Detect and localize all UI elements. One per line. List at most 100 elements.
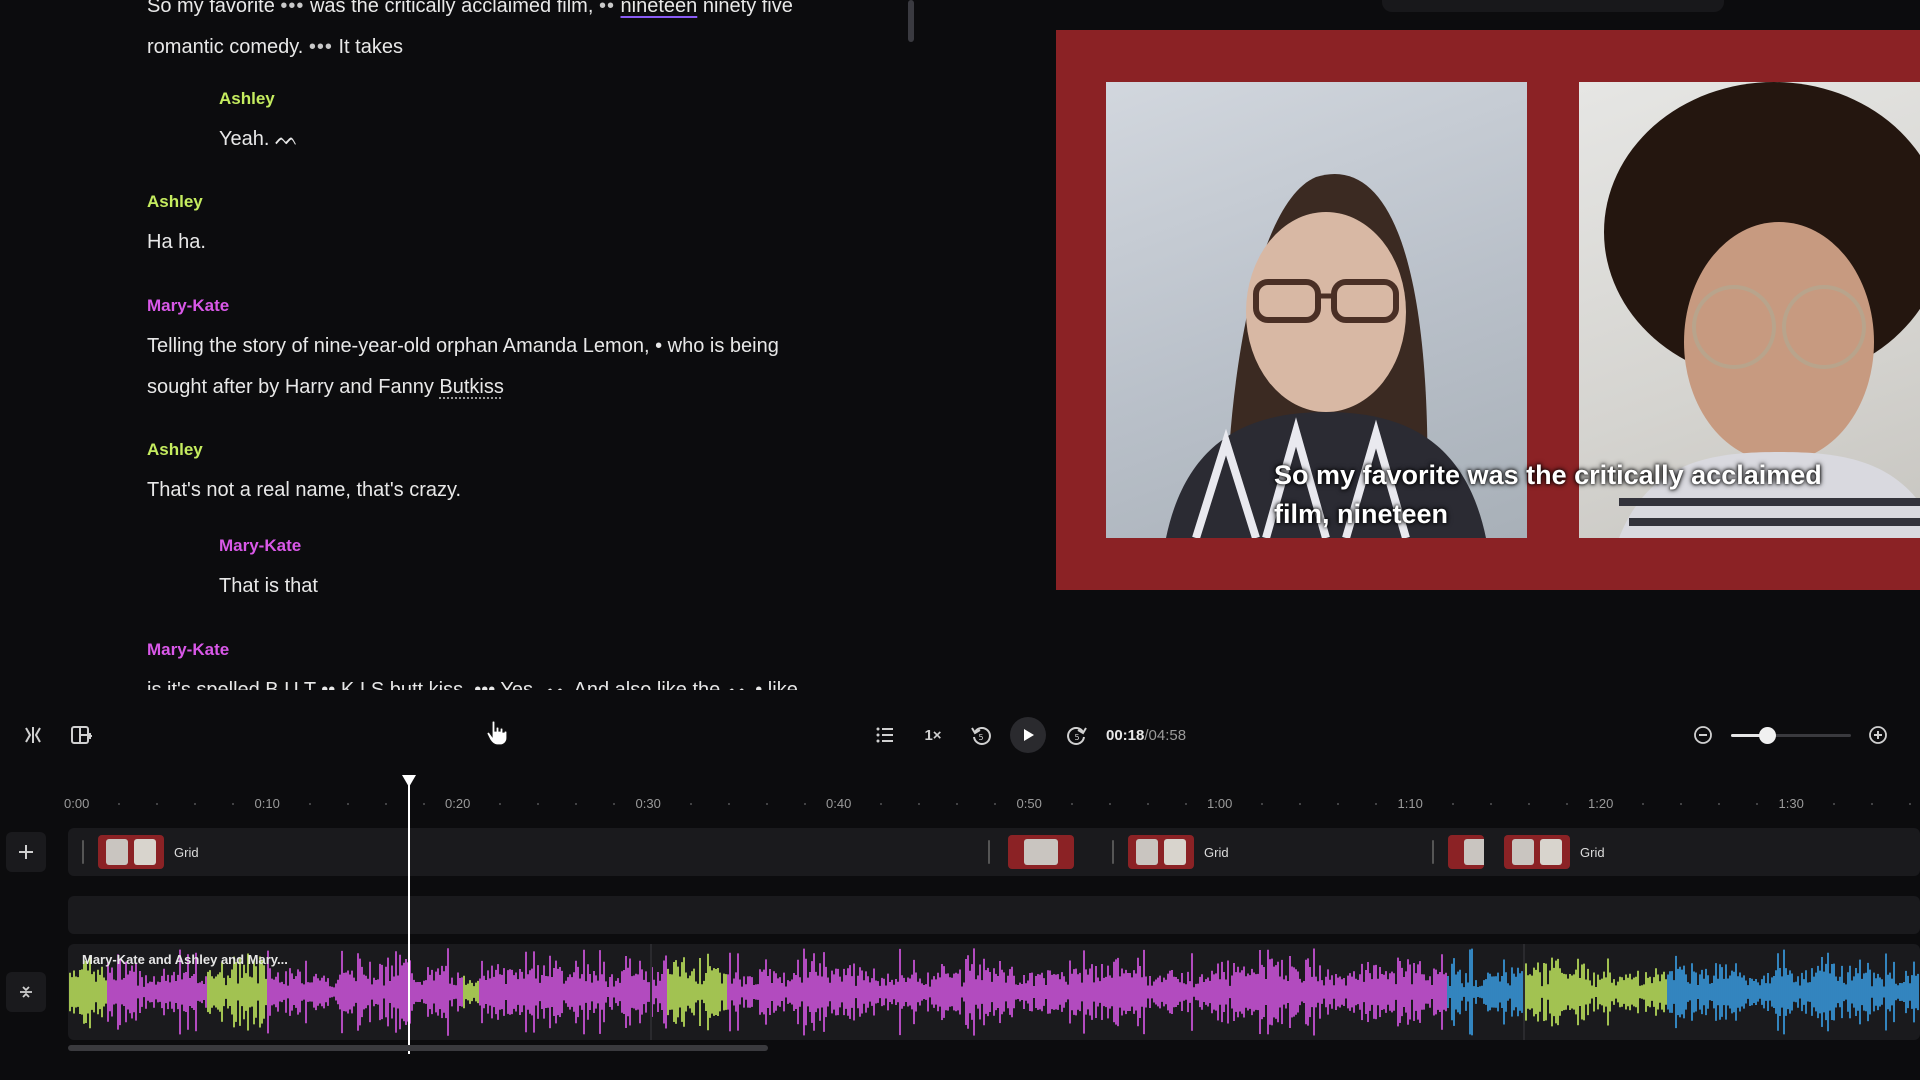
plus-icon (19, 845, 33, 859)
tick-mark (1527, 803, 1530, 805)
zoom-out-icon[interactable] (1691, 722, 1715, 748)
timeline-ruler[interactable]: 0:00 0:10 0:20 0:30 0:40 0:50 1:00 1:10 1:20 1:30 (0, 790, 1920, 820)
tick-mark (1184, 803, 1187, 805)
tick-label: 0:30 (635, 796, 661, 811)
current-time: 00:18 (1106, 727, 1145, 744)
clip-divider[interactable] (1432, 840, 1434, 864)
transcript-scrollbar[interactable] (908, 0, 914, 42)
zoom-slider-handle[interactable] (1759, 727, 1776, 744)
tick-mark (1718, 803, 1721, 805)
track-options-button[interactable] (6, 972, 46, 1012)
layout-icon[interactable] (68, 722, 94, 748)
tick-mark (1337, 803, 1340, 805)
tick-label: 0:50 (1016, 796, 1042, 811)
tick-mark (232, 803, 235, 805)
utterance-text[interactable]: Yeah. ᨓ (219, 119, 939, 160)
segment-divider (650, 944, 652, 1040)
tick-mark (765, 803, 768, 805)
transcript-panel[interactable]: So my favorite ••• was the critically ac… (0, 0, 1020, 690)
layout-clip[interactable] (1008, 832, 1084, 872)
tick-mark (118, 803, 121, 805)
clip-label: Grid (1204, 844, 1229, 860)
zoom-slider[interactable] (1731, 727, 1851, 744)
time-display: 00:18/04:58 (1106, 727, 1186, 744)
transcript-block[interactable]: Ashley Yeah. ᨓ (219, 88, 939, 160)
playback-toolbar: 1× 5 5 00:18/04:58 (0, 710, 1920, 760)
utterance-text[interactable]: Telling the story of nine-year-old orpha… (147, 326, 867, 408)
tick-mark (156, 803, 159, 805)
flagged-word[interactable]: Butkiss (439, 376, 503, 398)
transcript-block[interactable]: Ashley That's not a real name, that's cr… (147, 439, 867, 511)
clip-label: Grid (174, 844, 199, 860)
tick-mark (1832, 803, 1835, 805)
tick-mark (422, 803, 425, 805)
transcript-block[interactable]: Mary-Kate is it's spelled B U T •• K I S… (147, 639, 867, 690)
tick-label: 1:00 (1207, 796, 1233, 811)
utterance-text[interactable]: So my favorite ••• was the critically ac… (147, 0, 867, 68)
split-icon[interactable] (20, 722, 46, 748)
tick-mark (1261, 803, 1264, 805)
playhead-handle-icon[interactable] (401, 774, 417, 788)
tick-label: 0:40 (826, 796, 852, 811)
play-button[interactable] (1010, 717, 1046, 753)
speaker-name[interactable]: Mary-Kate (147, 295, 867, 317)
tick-mark (1756, 803, 1759, 805)
speaker-name[interactable]: Ashley (219, 88, 939, 110)
tick-mark (1565, 803, 1568, 805)
tick-mark (308, 803, 311, 805)
zoom-in-icon[interactable] (1866, 722, 1890, 748)
layout-clip[interactable]: Grid (1128, 832, 1229, 872)
empty-track[interactable] (68, 896, 1920, 934)
tick-mark (1070, 803, 1073, 805)
preview-tab-bar[interactable] (1382, 0, 1724, 12)
audio-track[interactable]: Mary-Kate and Ashley and Mary... (68, 944, 1920, 1040)
speed-button[interactable]: 1× (919, 722, 947, 748)
tick-mark (194, 803, 197, 805)
layout-clip[interactable] (1448, 832, 1494, 872)
transcript-block[interactable]: Mary-Kate Telling the story of nine-year… (147, 295, 867, 408)
tick-mark (994, 803, 997, 805)
tick-label: 0:10 (254, 796, 280, 811)
tick-mark (1642, 803, 1645, 805)
clip-thumbnail (1504, 835, 1570, 869)
layout-clip[interactable]: Grid (98, 832, 199, 872)
transcript-block[interactable]: So my favorite ••• was the critically ac… (147, 0, 867, 68)
tick-mark (1680, 803, 1683, 805)
transcript-block[interactable]: Mary-Kate That is that (219, 535, 939, 607)
utterance-text[interactable]: That's not a real name, that's crazy. (147, 470, 867, 511)
highlighted-word[interactable]: nineteen (621, 0, 698, 17)
playhead[interactable] (408, 782, 410, 1054)
video-caption: So my favorite was the critically acclai… (1274, 460, 1822, 529)
utterance-text[interactable]: That is that (219, 566, 939, 607)
list-icon[interactable] (872, 722, 898, 748)
speaker-name[interactable]: Mary-Kate (219, 535, 939, 557)
clip-divider[interactable] (988, 840, 990, 864)
speaker-name[interactable]: Mary-Kate (147, 639, 867, 661)
tick-mark (537, 803, 540, 805)
tick-mark (1146, 803, 1149, 805)
layout-track[interactable]: Grid Grid Grid (68, 828, 1920, 876)
transcript-block[interactable]: Ashley Ha ha. (147, 191, 867, 263)
clip-divider[interactable] (82, 840, 84, 864)
tick-label: 0:00 (64, 796, 90, 811)
layout-clip[interactable]: Grid (1504, 832, 1605, 872)
rewind-5-icon[interactable]: 5 (968, 722, 994, 748)
tick-mark (956, 803, 959, 805)
timeline-scrollbar[interactable] (68, 1045, 768, 1051)
tick-mark (1908, 803, 1911, 805)
tick-mark (918, 803, 921, 805)
tick-mark (613, 803, 616, 805)
utterance-text[interactable]: is it's spelled B U T •• K I S butt kiss… (147, 670, 867, 690)
clip-thumbnail (1128, 835, 1194, 869)
add-track-button[interactable] (6, 832, 46, 872)
speaker-name[interactable]: Ashley (147, 439, 867, 461)
tick-mark (1870, 803, 1873, 805)
clip-divider[interactable] (1112, 840, 1114, 864)
video-preview[interactable]: So my favorite was the critically acclai… (1056, 30, 1920, 590)
tick-mark (1375, 803, 1378, 805)
collapse-icon (20, 986, 32, 998)
speaker-name[interactable]: Ashley (147, 191, 867, 213)
tick-mark (689, 803, 692, 805)
utterance-text[interactable]: Ha ha. (147, 222, 867, 263)
forward-5-icon[interactable]: 5 (1064, 722, 1090, 748)
